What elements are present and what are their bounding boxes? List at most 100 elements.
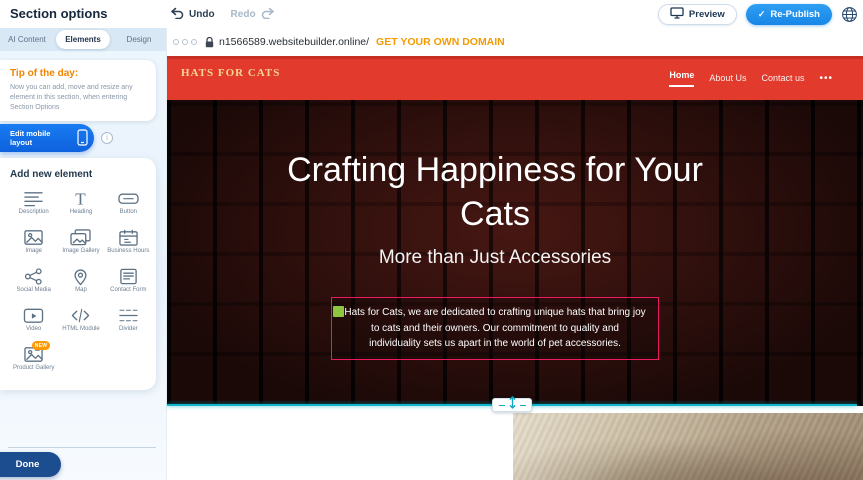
share-icon — [22, 267, 45, 285]
map-pin-icon — [69, 267, 92, 285]
site-url[interactable]: n1566589.websitebuilder.online/ — [219, 36, 369, 48]
heading-icon: T — [69, 189, 92, 207]
nav-about-us[interactable]: About Us — [709, 73, 746, 83]
undo-button[interactable]: Undo — [170, 7, 215, 22]
section-background-image[interactable] — [513, 413, 863, 480]
mobile-layout-row: Edit mobile layout i — [0, 124, 113, 152]
section-resize-handle[interactable] — [492, 398, 532, 412]
element-label: Image Gallery — [62, 248, 99, 256]
dash-decoration — [499, 405, 505, 406]
page-title: Section options — [10, 0, 108, 28]
info-icon[interactable]: i — [101, 132, 113, 144]
element-label: Video — [26, 326, 41, 334]
element-divider[interactable]: Divider — [105, 304, 152, 341]
done-button[interactable]: Done — [0, 452, 61, 477]
nav-more-icon[interactable]: ••• — [819, 73, 833, 84]
video-icon — [22, 306, 45, 324]
next-section[interactable] — [167, 407, 863, 480]
element-label: Contact Form — [110, 287, 146, 295]
element-label: Social Media — [16, 287, 50, 295]
globe-icon[interactable] — [841, 6, 858, 23]
undo-icon — [170, 7, 184, 22]
site-canvas: n1566589.websitebuilder.online/ GET YOUR… — [166, 28, 863, 480]
element-button[interactable]: Button — [105, 187, 152, 224]
code-icon — [69, 306, 92, 324]
add-element-panel: Add new element Description T Heading Bu… — [0, 158, 156, 390]
element-label: Heading — [70, 209, 92, 217]
element-video[interactable]: Video — [10, 304, 57, 341]
edit-mobile-label: Edit mobile layout — [10, 129, 71, 147]
element-label: Description — [19, 209, 49, 217]
element-label: Product Gallery — [13, 365, 54, 373]
window-dots — [173, 39, 197, 45]
preview-label: Preview — [689, 9, 725, 20]
element-label: Business Hours — [107, 248, 149, 256]
nav-contact-us[interactable]: Contact us — [761, 73, 804, 83]
hero-text-box[interactable]: Hats for Cats, we are dedicated to craft… — [331, 297, 659, 360]
redo-button[interactable]: Redo — [231, 7, 275, 22]
element-image-gallery[interactable]: Image Gallery — [57, 226, 104, 263]
button-icon — [117, 189, 140, 207]
history-controls: Undo Redo — [170, 0, 275, 28]
website-builder-app: Section options Undo Redo Preview — [0, 0, 863, 480]
tab-ai-content[interactable]: AI Content — [0, 28, 54, 51]
element-business-hours[interactable]: Business Hours — [105, 226, 152, 263]
image-icon — [22, 228, 45, 246]
element-drag-handle[interactable] — [333, 306, 344, 317]
element-label: Divider — [119, 326, 138, 334]
element-social-media[interactable]: Social Media — [10, 265, 57, 302]
element-description[interactable]: Description — [10, 187, 57, 224]
hero-title[interactable]: Crafting Happiness for Your Cats — [167, 148, 823, 236]
site-nav: Home About Us Contact us ••• — [669, 56, 833, 100]
topbar: Section options Undo Redo Preview — [0, 0, 863, 28]
business-hours-icon — [117, 228, 140, 246]
tab-design[interactable]: Design — [112, 28, 166, 51]
contact-form-icon — [117, 267, 140, 285]
element-contact-form[interactable]: Contact Form — [105, 265, 152, 302]
site-logo[interactable]: HATS FOR CATS — [181, 67, 280, 79]
monitor-icon — [670, 7, 684, 22]
undo-label: Undo — [189, 9, 215, 20]
element-map[interactable]: Map — [57, 265, 104, 302]
nav-home[interactable]: Home — [669, 70, 694, 87]
hero-text: Hats for Cats, we are dedicated to craft… — [344, 305, 646, 352]
redo-label: Redo — [231, 9, 256, 20]
image-gallery-icon — [69, 228, 92, 246]
tip-title: Tip of the day: — [10, 68, 146, 79]
divider-icon — [117, 306, 140, 324]
tip-body: Now you can add, move and resize any ele… — [10, 83, 146, 112]
element-image[interactable]: Image — [10, 226, 57, 263]
sidebar-tabs: AI Content Elements Design — [0, 28, 166, 51]
element-heading[interactable]: T Heading — [57, 187, 104, 224]
sidebar-divider — [8, 447, 156, 448]
tip-card: Tip of the day: Now you can add, move an… — [0, 60, 156, 121]
add-element-title: Add new element — [10, 169, 152, 180]
topbar-actions: Preview ✓ Re-Publish — [658, 0, 858, 28]
browser-bar: n1566589.websitebuilder.online/ GET YOUR… — [167, 28, 863, 56]
phone-icon — [77, 129, 88, 148]
redo-icon — [261, 7, 275, 22]
new-badge: NEW — [32, 341, 51, 350]
tab-elements[interactable]: Elements — [56, 30, 110, 49]
check-icon: ✓ — [758, 10, 766, 19]
element-grid: Description T Heading Button Image Image… — [10, 187, 152, 380]
section-boundary-line[interactable] — [167, 404, 857, 406]
republish-label: Re-Publish — [770, 9, 820, 20]
edit-mobile-layout-button[interactable]: Edit mobile layout — [0, 124, 94, 152]
lock-icon — [205, 37, 214, 48]
get-domain-link[interactable]: GET YOUR OWN DOMAIN — [376, 36, 505, 48]
hero-section[interactable]: Crafting Happiness for Your Cats More th… — [167, 100, 863, 406]
resize-updown-icon — [508, 396, 517, 414]
element-product-gallery[interactable]: NEW Product Gallery — [10, 343, 57, 380]
text-lines-icon — [22, 189, 45, 207]
republish-button[interactable]: ✓ Re-Publish — [746, 4, 832, 25]
element-html-module[interactable]: HTML Module — [57, 304, 104, 341]
dash-decoration — [520, 405, 526, 406]
hero-subtitle[interactable]: More than Just Accessories — [167, 247, 823, 269]
site-preview: HATS FOR CATS Home About Us Contact us •… — [167, 56, 863, 480]
element-label: Button — [120, 209, 137, 217]
site-header[interactable]: HATS FOR CATS Home About Us Contact us •… — [167, 56, 863, 100]
preview-button[interactable]: Preview — [658, 4, 737, 25]
element-label: HTML Module — [62, 326, 99, 334]
svg-text:T: T — [76, 189, 87, 207]
